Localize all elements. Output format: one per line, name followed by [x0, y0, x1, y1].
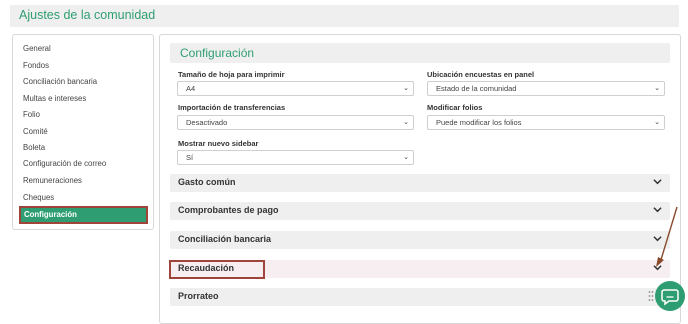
accordion-conciliacion-bancaria[interactable]: Conciliación bancaria: [170, 231, 670, 249]
drag-handle-icon[interactable]: [648, 290, 654, 302]
modify-folios-label: Modificar folios: [427, 103, 483, 112]
accordion-label: Prorrateo: [178, 291, 219, 301]
page-size-value: A4: [186, 84, 196, 93]
annotation-arrow-icon: [656, 206, 678, 267]
accordion-label: Comprobantes de pago: [178, 205, 279, 215]
chevron-down-icon: [653, 179, 662, 185]
modify-folios-select[interactable]: Puede modificar los folios ⌄: [427, 115, 665, 130]
transfer-import-value: Desactivado: [186, 118, 228, 127]
new-sidebar-select[interactable]: Sí ⌄: [177, 150, 414, 165]
sidebar-item-configuracion-correo[interactable]: Configuración de correo: [23, 157, 106, 171]
chevron-down-icon: ⌄: [403, 85, 409, 92]
accordion-gasto-comun[interactable]: Gasto común: [170, 174, 670, 192]
accordion-label: Conciliación bancaria: [178, 234, 272, 244]
sidebar-item-boleta[interactable]: Boleta: [23, 141, 45, 155]
settings-main-panel: Configuración Tamaño de hoja para imprim…: [159, 34, 681, 324]
chevron-down-icon: ⌄: [403, 154, 409, 161]
survey-location-label: Ubicación encuestas en panel: [427, 70, 535, 79]
highlight-box: [169, 260, 265, 279]
chevron-down-icon: ⌄: [654, 119, 660, 126]
accordion-comprobantes-pago[interactable]: Comprobantes de pago: [170, 202, 670, 220]
chat-button[interactable]: [655, 281, 685, 311]
page-title: Ajustes de la comunidad: [19, 8, 156, 22]
chevron-down-icon: ⌄: [403, 119, 409, 126]
accordion-label: Gasto común: [178, 177, 236, 187]
section-header: Configuración: [170, 43, 670, 63]
sidebar-item-comite[interactable]: Comité: [23, 125, 48, 139]
sidebar-item-folio[interactable]: Folio: [23, 108, 40, 122]
accordion-prorrateo[interactable]: Prorrateo: [170, 288, 670, 306]
sidebar-item-fondos[interactable]: Fondos: [23, 59, 49, 73]
page-header: Ajustes de la comunidad: [10, 5, 679, 27]
chat-bubble-icon: [661, 289, 679, 306]
settings-sidebar: General Fondos Conciliación bancaria Mul…: [12, 34, 154, 230]
section-title: Configuración: [180, 46, 255, 60]
page-size-label: Tamaño de hoja para imprimir: [178, 70, 285, 79]
transfer-import-select[interactable]: Desactivado ⌄: [177, 115, 414, 130]
transfer-import-label: Importación de transferencias: [178, 103, 286, 112]
sidebar-item-remuneraciones[interactable]: Remuneraciones: [23, 174, 82, 188]
page-size-select[interactable]: A4 ⌄: [177, 81, 414, 96]
modify-folios-value: Puede modificar los folios: [436, 118, 522, 127]
sidebar-item-general[interactable]: General: [23, 42, 51, 56]
sidebar-item-cheques[interactable]: Cheques: [23, 191, 54, 205]
survey-location-select[interactable]: Estado de la comunidad ⌄: [427, 81, 665, 96]
chevron-down-icon: ⌄: [654, 85, 660, 92]
survey-location-value: Estado de la comunidad: [436, 84, 517, 93]
new-sidebar-label: Mostrar nuevo sidebar: [178, 139, 259, 148]
sidebar-item-multas-intereses[interactable]: Multas e intereses: [23, 92, 86, 106]
new-sidebar-value: Sí: [186, 153, 194, 162]
sidebar-item-configuracion[interactable]: Configuración: [19, 206, 148, 224]
sidebar-item-conciliacion-bancaria[interactable]: Conciliación bancaria: [23, 75, 97, 89]
